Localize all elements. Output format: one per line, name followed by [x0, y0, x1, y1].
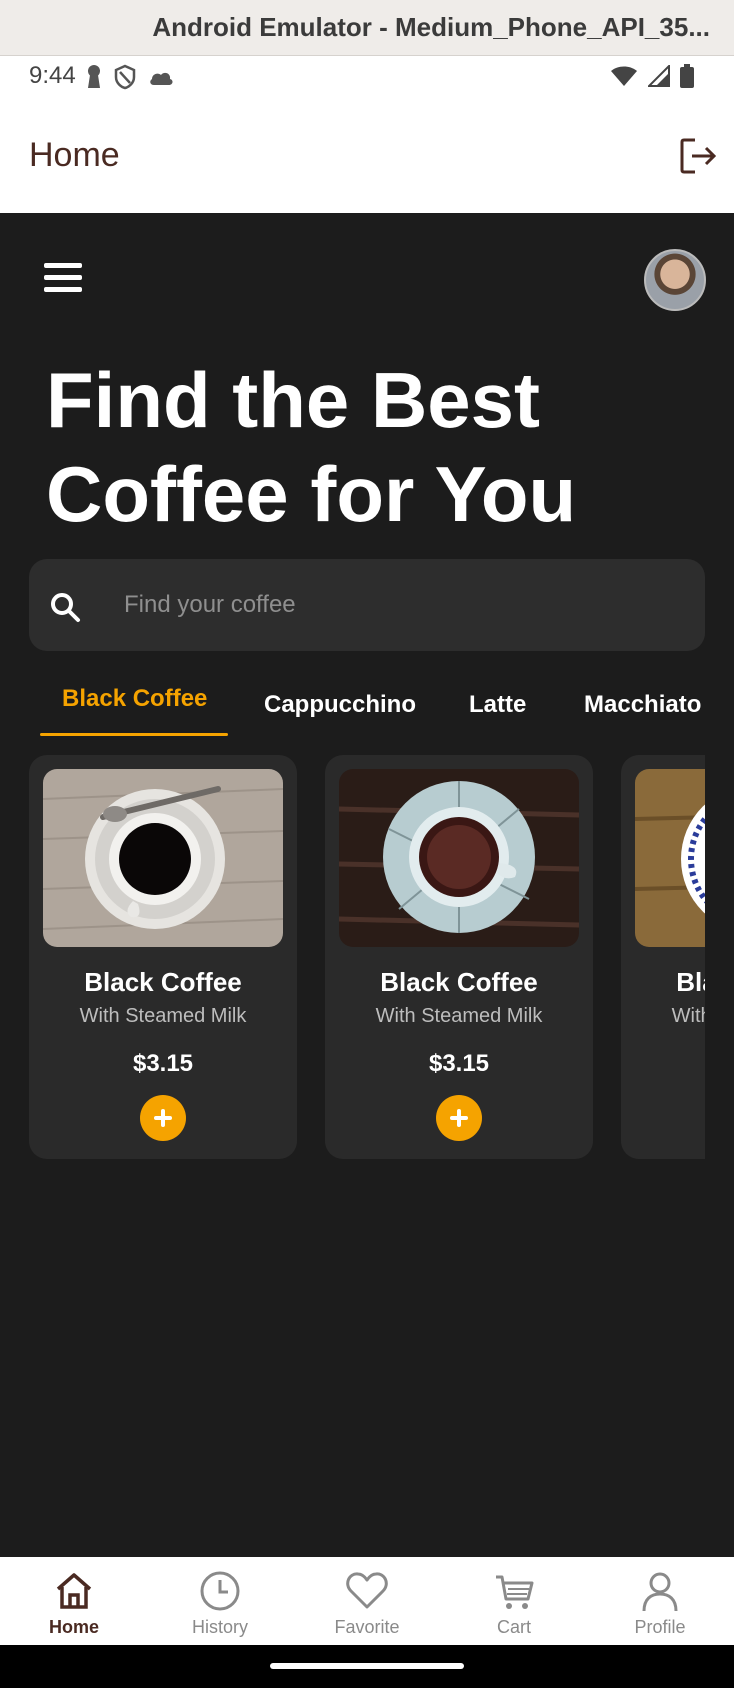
shield-icon [114, 64, 136, 90]
product-name: Black Coffee [676, 967, 705, 997]
search-input[interactable]: Find your coffee [29, 559, 705, 651]
hero-headline: Find the Best Coffee for You [46, 356, 577, 538]
nav-label: Cart [496, 1617, 531, 1637]
status-time: 9:44 [29, 62, 76, 89]
emulator-title: Android Emulator - Medium_Phone_API_35..… [152, 12, 710, 42]
product-name: Black Coffee [84, 967, 242, 997]
coffee-photo [635, 769, 705, 947]
coffee-photo [339, 769, 579, 947]
cloud-icon [150, 72, 173, 85]
logout-icon[interactable] [678, 136, 718, 176]
app-screen: Android Emulator - Medium_Phone_API_35..… [0, 0, 734, 1688]
person-icon [642, 1572, 678, 1612]
nav-profile[interactable]: Profile [600, 1569, 720, 1638]
tab-latte[interactable]: Latte [469, 691, 526, 719]
category-tabs: Black Coffee Cappucchino Latte Macchiato [0, 675, 734, 739]
product-subtitle: With Steamed Milk [79, 1005, 247, 1027]
keyhole-icon [88, 65, 100, 88]
nav-label: Profile [634, 1617, 686, 1637]
signal-icon [648, 65, 670, 87]
wifi-icon [611, 66, 637, 86]
avatar[interactable] [644, 249, 706, 311]
nav-label: History [191, 1617, 248, 1637]
top-app-bar: Home [0, 100, 734, 213]
home-content: Find the Best Coffee for You Find your c… [0, 213, 734, 1557]
product-price: $3.15 [132, 1050, 194, 1077]
bottom-navigation: Home History Favorite Cart Profile [0, 1557, 734, 1645]
product-subtitle: With Steamed Milk [671, 1005, 705, 1027]
tab-black-coffee[interactable]: Black Coffee [62, 685, 207, 713]
home-icon [56, 1573, 92, 1609]
tab-cappucchino[interactable]: Cappucchino [264, 691, 416, 719]
heart-icon [346, 1572, 388, 1609]
product-name: Black Coffee [380, 967, 538, 997]
cart-icon [496, 1575, 534, 1609]
nav-label: Favorite [334, 1617, 400, 1637]
search-placeholder: Find your coffee [124, 591, 296, 618]
nav-favorite[interactable]: Favorite [307, 1569, 427, 1638]
hamburger-menu-icon[interactable] [44, 263, 82, 295]
battery-icon [680, 64, 694, 88]
search-icon [51, 593, 80, 622]
product-price: $3.15 [428, 1050, 490, 1077]
clock-icon [200, 1571, 240, 1611]
status-notification-icons [86, 64, 174, 90]
add-to-cart-button[interactable] [140, 1095, 186, 1141]
page-title: Home [29, 136, 120, 174]
status-system-icons [610, 64, 694, 88]
emulator-title-bar: Android Emulator - Medium_Phone_API_35..… [0, 0, 734, 56]
active-tab-indicator [40, 733, 228, 736]
product-card[interactable]: Black Coffee With Steamed Milk $3.15 [325, 755, 593, 1159]
product-card[interactable]: Black Coffee With Steamed Milk [621, 755, 705, 1159]
status-bar: 9:44 [0, 56, 734, 100]
product-subtitle: With Steamed Milk [375, 1005, 543, 1027]
coffee-photo [43, 769, 283, 947]
tab-macchiato[interactable]: Macchiato [584, 691, 701, 719]
add-to-cart-button[interactable] [436, 1095, 482, 1141]
nav-cart[interactable]: Cart [454, 1569, 574, 1638]
home-gesture-handle[interactable] [270, 1663, 464, 1669]
nav-label: Home [48, 1617, 99, 1637]
gesture-bar [0, 1645, 734, 1688]
nav-home[interactable]: Home [14, 1569, 134, 1638]
nav-history[interactable]: History [160, 1569, 280, 1638]
product-card[interactable]: Black Coffee With Steamed Milk $3.15 [29, 755, 297, 1159]
product-carousel: Black Coffee With Steamed Milk $3.15 Bla… [0, 755, 705, 1159]
